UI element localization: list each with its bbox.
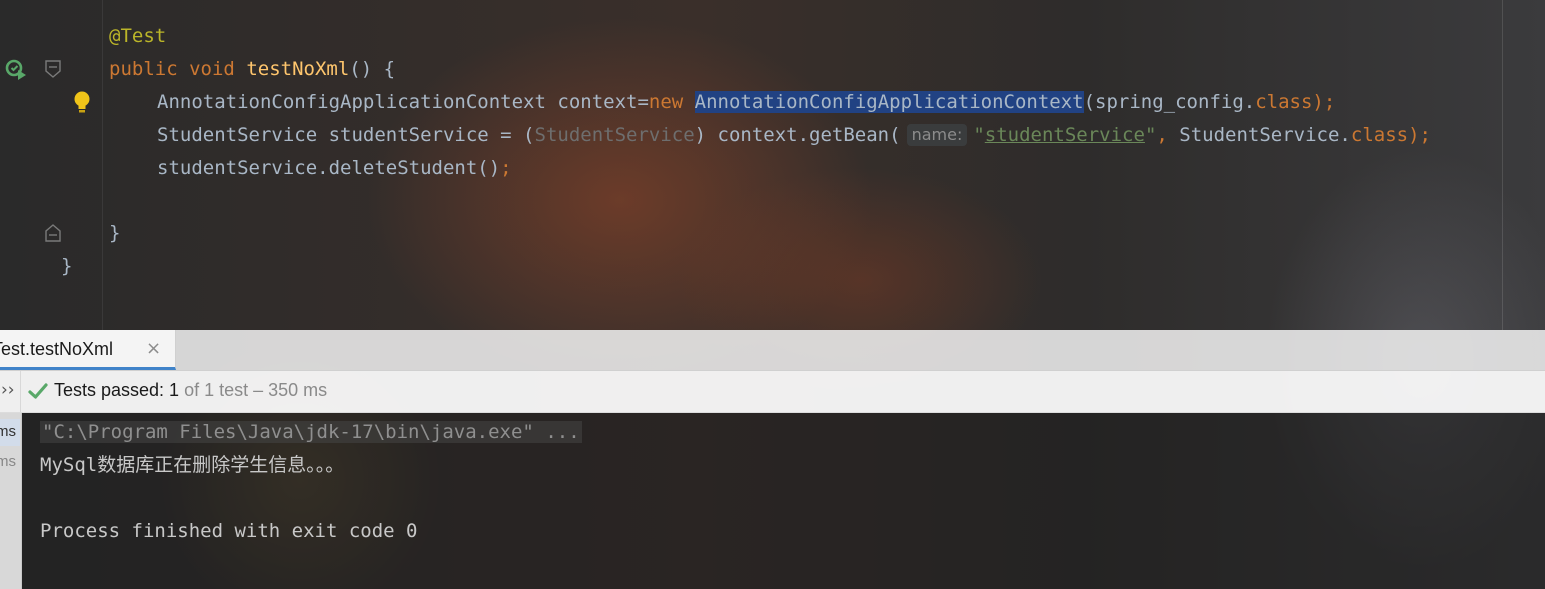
delete-call-line: studentService.deleteStudent(); <box>157 152 512 185</box>
string-quote-open: " <box>973 124 985 146</box>
class-arg: StudentService. <box>1167 124 1351 146</box>
console-command-line: "C:\Program Files\Java\jdk-17\bin\java.e… <box>40 416 582 449</box>
keyword-public: public <box>109 58 178 80</box>
cast-type: StudentService <box>534 124 695 146</box>
fold-marker-icon[interactable] <box>45 60 61 78</box>
tests-passed-status: Tests passed: 1 of 1 test – 350 ms <box>54 380 327 401</box>
status-divider <box>20 371 21 412</box>
class-close-brace: } <box>61 255 73 277</box>
arg-comma: , <box>1156 124 1168 146</box>
console-output-line: MySql数据库正在删除学生信息。。。 <box>40 449 344 482</box>
statement-end: ); <box>1408 124 1431 146</box>
check-icon <box>28 383 48 399</box>
java-command[interactable]: "C:\Program Files\Java\jdk-17\bin\java.e… <box>40 421 582 443</box>
keyword-void: void <box>189 58 235 80</box>
statement-end: ); <box>1312 91 1336 113</box>
keyword-class: class <box>1350 124 1409 146</box>
console-exit-line: Process finished with exit code 0 <box>40 520 418 542</box>
delete-call: studentService.deleteStudent() <box>157 157 501 179</box>
output-latin: MySql <box>40 454 98 476</box>
var-assign: context= <box>545 91 649 113</box>
method-name: testNoXml <box>246 58 350 80</box>
output-cjk: 数据库正在删除学生信息。。。 <box>97 454 345 476</box>
chevron-expand-icon[interactable]: ›› <box>1 380 15 400</box>
test-duration: ms <box>0 423 16 440</box>
test-status-bar: ›› Tests passed: 1 of 1 test – 350 ms <box>0 371 1545 413</box>
test-duration: ms <box>0 453 16 470</box>
method-close-brace: } <box>109 222 121 244</box>
annotation-test: @Test <box>109 25 167 47</box>
right-margin-guide <box>1502 0 1503 330</box>
parameter-hint: name: <box>906 124 968 146</box>
gutter-divider <box>102 0 103 330</box>
run-tab-label: nTest.testNoXml <box>0 339 114 359</box>
selected-class-name[interactable]: AnnotationConfigApplicationContext <box>694 91 1084 113</box>
test-tree-panel[interactable]: ms ms <box>0 413 22 589</box>
string-quote-close: " <box>1144 124 1157 146</box>
run-tab[interactable]: nTest.testNoXml × <box>0 330 176 370</box>
run-test-icon[interactable] <box>5 58 27 80</box>
type-name: AnnotationConfigApplicationContext <box>157 91 546 113</box>
signature-rest: () { <box>349 58 396 80</box>
statement-end: ; <box>500 157 512 179</box>
code-editor[interactable]: @Test public void testNoXml() { Annotati… <box>0 0 1545 330</box>
keyword-class: class <box>1255 91 1313 113</box>
constructor-arg: (spring_config. <box>1083 91 1256 113</box>
close-icon[interactable]: × <box>146 338 161 359</box>
tests-passed-count: Tests passed: 1 <box>54 380 180 400</box>
console-output[interactable]: "C:\Program Files\Java\jdk-17\bin\java.e… <box>22 413 1545 589</box>
getbean-line: StudentService studentService = (Student… <box>157 119 1431 152</box>
tests-summary: of 1 test – 350 ms <box>179 380 328 400</box>
lightbulb-intention-icon[interactable] <box>72 90 92 114</box>
context-declaration-line: AnnotationConfigApplicationContext conte… <box>157 86 1335 119</box>
run-tab-bar: nTest.testNoXml × <box>0 330 1545 371</box>
getbean-prefix: StudentService studentService = ( <box>157 124 535 146</box>
run-panel: nTest.testNoXml × ›› Tests passed: 1 of … <box>0 330 1545 589</box>
keyword-new: new <box>648 91 684 113</box>
method-signature-line: public void testNoXml() { <box>109 53 395 86</box>
bean-name-string[interactable]: studentService <box>985 124 1145 146</box>
getbean-call: ) context.getBean( <box>694 124 901 146</box>
fold-end-marker-icon[interactable] <box>45 224 61 242</box>
